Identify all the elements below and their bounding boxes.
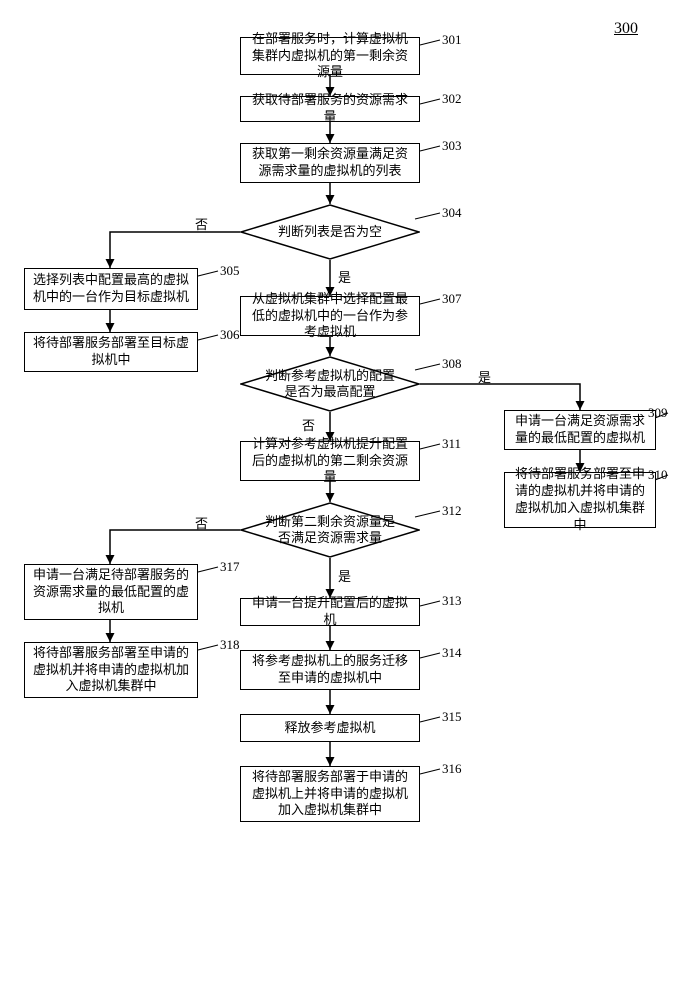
step-309: 申请一台满足资源需求量的最低配置的虚拟机 bbox=[504, 410, 656, 450]
step-text: 获取待部署服务的资源需求量 bbox=[247, 92, 413, 126]
num-306: 306 bbox=[220, 327, 240, 343]
num-316: 316 bbox=[442, 761, 462, 777]
num-303: 303 bbox=[442, 138, 462, 154]
num-308: 308 bbox=[442, 356, 462, 372]
num-311: 311 bbox=[442, 436, 461, 452]
num-307: 307 bbox=[442, 291, 462, 307]
step-text: 获取第一剩余资源量满足资源需求量的虚拟机的列表 bbox=[247, 146, 413, 180]
step-text: 选择列表中配置最高的虚拟机中的一台作为目标虚拟机 bbox=[31, 272, 191, 306]
step-315: 释放参考虚拟机 bbox=[240, 714, 420, 742]
num-302: 302 bbox=[442, 91, 462, 107]
step-text: 释放参考虚拟机 bbox=[284, 720, 375, 737]
num-309: 309 bbox=[648, 405, 668, 421]
num-317: 317 bbox=[220, 559, 240, 575]
num-312: 312 bbox=[442, 503, 462, 519]
step-316: 将待部署服务部署于申请的虚拟机上并将申请的虚拟机加入虚拟机集群中 bbox=[240, 766, 420, 822]
step-301: 在部署服务时，计算虚拟机集群内虚拟机的第一剩余资源量 bbox=[240, 37, 420, 75]
label-no: 否 bbox=[195, 214, 208, 233]
step-306: 将待部署服务部署至目标虚拟机中 bbox=[24, 332, 198, 372]
step-310: 将待部署服务部署至申请的虚拟机并将申请的虚拟机加入虚拟机集群中 bbox=[504, 472, 656, 528]
step-text: 申请一台满足资源需求量的最低配置的虚拟机 bbox=[511, 413, 649, 447]
label-no: 否 bbox=[302, 415, 315, 434]
step-305: 选择列表中配置最高的虚拟机中的一台作为目标虚拟机 bbox=[24, 268, 198, 310]
step-307: 从虚拟机集群中选择配置最低的虚拟机中的一台作为参考虚拟机 bbox=[240, 296, 420, 336]
step-text: 将待部署服务部署至目标虚拟机中 bbox=[31, 335, 191, 369]
step-302: 获取待部署服务的资源需求量 bbox=[240, 96, 420, 122]
num-318: 318 bbox=[220, 637, 240, 653]
label-no: 否 bbox=[195, 513, 208, 532]
step-313: 申请一台提升配置后的虚拟机 bbox=[240, 598, 420, 626]
step-303: 获取第一剩余资源量满足资源需求量的虚拟机的列表 bbox=[240, 143, 420, 183]
decision-304: 判断列表是否为空 bbox=[240, 204, 420, 260]
decision-text: 判断第二剩余资源量是否满足资源需求量 bbox=[240, 502, 420, 558]
step-text: 将待部署服务部署于申请的虚拟机上并将申请的虚拟机加入虚拟机集群中 bbox=[247, 769, 413, 820]
step-text: 将待部署服务部署至申请的虚拟机并将申请的虚拟机加入虚拟机集群中 bbox=[511, 466, 649, 534]
num-314: 314 bbox=[442, 645, 462, 661]
step-text: 将待部署服务部署至申请的虚拟机并将申请的虚拟机加入虚拟机集群中 bbox=[31, 645, 191, 696]
num-315: 315 bbox=[442, 709, 462, 725]
step-318: 将待部署服务部署至申请的虚拟机并将申请的虚拟机加入虚拟机集群中 bbox=[24, 642, 198, 698]
step-text: 计算对参考虚拟机提升配置后的虚拟机的第二剩余资源量 bbox=[247, 436, 413, 487]
step-text: 从虚拟机集群中选择配置最低的虚拟机中的一台作为参考虚拟机 bbox=[247, 291, 413, 342]
step-311: 计算对参考虚拟机提升配置后的虚拟机的第二剩余资源量 bbox=[240, 441, 420, 481]
step-text: 申请一台满足待部署服务的资源需求量的最低配置的虚拟机 bbox=[31, 567, 191, 618]
decision-text: 判断列表是否为空 bbox=[240, 204, 420, 260]
decision-312: 判断第二剩余资源量是否满足资源需求量 bbox=[240, 502, 420, 558]
step-text: 在部署服务时，计算虚拟机集群内虚拟机的第一剩余资源量 bbox=[247, 31, 413, 82]
label-yes: 是 bbox=[338, 267, 351, 286]
label-yes: 是 bbox=[478, 367, 491, 386]
num-310: 310 bbox=[648, 467, 668, 483]
decision-308: 判断参考虚拟机的配置是否为最高配置 bbox=[240, 356, 420, 412]
step-317: 申请一台满足待部署服务的资源需求量的最低配置的虚拟机 bbox=[24, 564, 198, 620]
num-313: 313 bbox=[442, 593, 462, 609]
step-314: 将参考虚拟机上的服务迁移至申请的虚拟机中 bbox=[240, 650, 420, 690]
num-304: 304 bbox=[442, 205, 462, 221]
decision-text: 判断参考虚拟机的配置是否为最高配置 bbox=[240, 356, 420, 412]
num-301: 301 bbox=[442, 32, 462, 48]
step-text: 将参考虚拟机上的服务迁移至申请的虚拟机中 bbox=[247, 653, 413, 687]
step-text: 申请一台提升配置后的虚拟机 bbox=[247, 595, 413, 629]
num-305: 305 bbox=[220, 263, 240, 279]
label-yes: 是 bbox=[338, 566, 351, 585]
